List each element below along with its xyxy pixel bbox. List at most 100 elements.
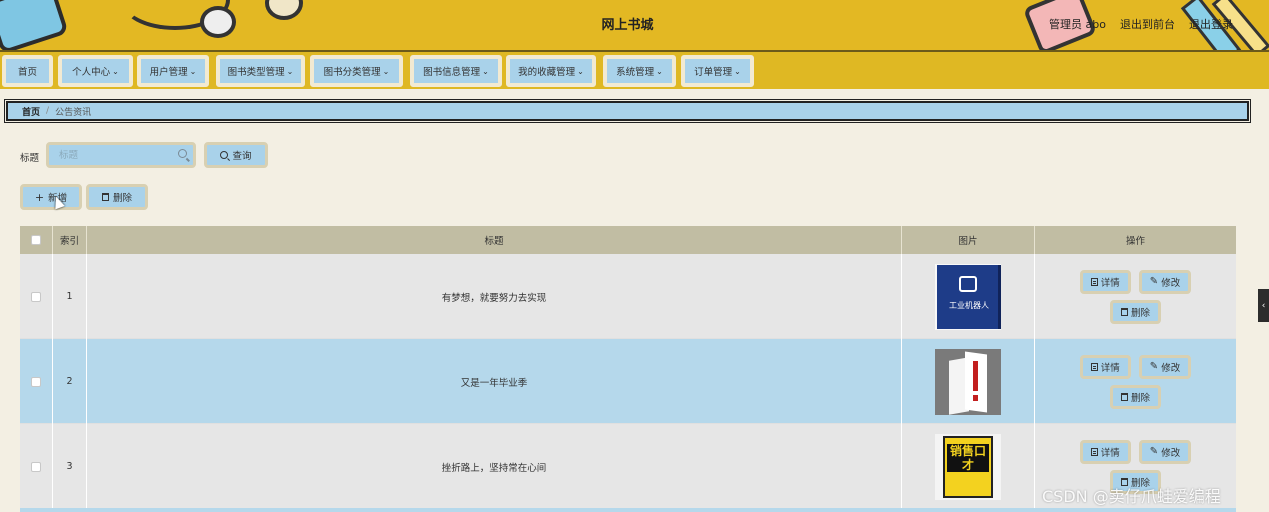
detail-button[interactable]: 详情 [1079,439,1131,464]
nav-label: 系统管理 [616,67,655,78]
nav-item-favorites-management[interactable]: 我的收藏管理 ⌄ [506,55,596,87]
row-index: 1 [53,254,87,339]
book-cover-image: 工业机器人 [935,263,1001,330]
detail-label: 详情 [1100,362,1120,374]
chevron-down-icon: ⌄ [734,66,741,76]
nav-label: 用户管理 [149,67,188,78]
plus-icon: + [34,190,45,204]
table-header: 索引 标题 图片 操作 [20,226,1236,254]
logout-link[interactable]: 退出登录 [1189,16,1233,32]
back-to-front-link[interactable]: 退出到前台 [1120,16,1175,32]
row-title: 又是一年毕业季 [87,339,902,424]
query-button-label: 查询 [232,151,252,162]
row-checkbox[interactable] [31,376,41,387]
nav-label: 订单管理 [694,67,733,78]
edit-button[interactable]: ✎ 修改 [1138,439,1192,464]
chevron-down-icon: ⌄ [189,66,197,76]
book-cover-image: 销售口才 [935,433,1001,500]
search-input-container [46,142,196,168]
nav-item-home[interactable]: 首页 [2,55,53,87]
nav-item-personal-center[interactable]: 个人中心 ⌄ [58,55,133,87]
row-index: 3 [53,424,87,509]
side-panel-toggle[interactable]: ‹ [1258,289,1269,322]
nav-item-order-management[interactable]: 订单管理 ⌄ [681,55,754,87]
row-title: 挫折路上，坚持常在心间 [87,424,902,509]
announcements-table: 索引 标题 图片 操作 1 有梦想，就要努力去实现 工业机器人 详情 ✎ 修改 删… [20,226,1236,509]
table-row: 2 又是一年毕业季 详情 ✎ 修改 删除 [20,339,1236,424]
chevron-down-icon: ⌄ [382,66,390,76]
trash-icon [101,193,109,201]
chevron-down-icon: ⌄ [577,66,584,76]
row-image-cell [902,339,1035,424]
search-icon [178,149,187,158]
chevron-down-icon: ⌄ [286,66,294,76]
row-index: 2 [53,339,87,424]
edit-label: 修改 [1161,362,1181,374]
watermark: CSDN @卖仔爪蛙爱编程 [1042,487,1221,506]
chevron-down-icon: ⌄ [112,66,119,76]
breadcrumb-home[interactable]: 首页 [22,105,40,118]
edit-icon: ✎ [1149,360,1159,372]
select-all-checkbox[interactable] [31,235,41,245]
edit-label: 修改 [1161,277,1181,289]
detail-label: 详情 [1100,277,1120,289]
nav-item-system-management[interactable]: 系统管理 ⌄ [603,55,676,87]
edit-button[interactable]: ✎ 修改 [1138,269,1192,294]
trash-icon [1120,392,1128,401]
detail-label: 详情 [1100,447,1120,459]
search-input[interactable] [49,145,169,165]
trash-icon [1120,307,1128,316]
nav-item-book-category-management[interactable]: 图书分类管理 ⌄ [310,55,403,87]
nav-label: 个人中心 [72,67,111,78]
column-header-actions: 操作 [1125,236,1145,247]
edit-label: 修改 [1161,447,1181,459]
nav-item-user-management[interactable]: 用户管理 ⌄ [137,55,209,87]
book-cover-text: 销售口才 [947,443,989,472]
query-button[interactable]: 查询 [204,142,268,168]
search-label: 标题 [20,153,40,164]
nav-item-book-type-management[interactable]: 图书类型管理 ⌄ [216,55,305,87]
edit-button[interactable]: ✎ 修改 [1138,354,1192,379]
detail-button[interactable]: 详情 [1079,269,1131,294]
detail-button[interactable]: 详情 [1079,354,1131,379]
nav-label: 图书分类管理 [323,67,381,78]
document-icon [1090,447,1098,456]
nav-label: 我的收藏管理 [518,67,576,78]
document-icon [1090,362,1098,371]
row-actions: 详情 ✎ 修改 删除 [1035,339,1236,424]
delete-label: 删除 [1130,392,1150,404]
nav-label: 图书信息管理 [423,67,481,78]
delete-button[interactable]: 删除 [1109,384,1161,409]
delete-label: 删除 [1130,307,1150,319]
breadcrumb-current: 公告资讯 [55,107,92,118]
row-checkbox[interactable] [31,291,41,302]
column-header-image: 图片 [902,226,1035,254]
edit-icon: ✎ [1149,445,1159,457]
row-title: 有梦想，就要努力去实现 [87,254,902,339]
nav-label: 首页 [17,67,37,78]
row-select-cell [20,424,53,509]
bulk-delete-button[interactable]: 删除 [86,184,148,210]
row-image-cell: 销售口才 [902,424,1035,509]
row-select-cell [20,254,53,339]
delete-button[interactable]: 删除 [1109,299,1161,324]
header-actions: 管理员 abo 退出到前台 退出登录 [1049,16,1233,32]
chevron-down-icon: ⌄ [482,66,489,76]
row-image-cell: 工业机器人 [902,254,1035,339]
select-all-cell [20,226,53,254]
edit-icon: ✎ [1149,275,1159,287]
chevron-down-icon: ⌄ [656,66,663,76]
book-cover-text: 工业机器人 [949,300,989,310]
row-actions: 详情 ✎ 修改 删除 [1035,254,1236,339]
nav-label: 图书类型管理 [227,67,285,78]
table-row: 1 有梦想，就要努力去实现 工业机器人 详情 ✎ 修改 删除 [20,254,1236,339]
column-header-title: 标题 [87,226,902,254]
nav-item-book-info-management[interactable]: 图书信息管理 ⌄ [410,55,502,87]
header: 网上书城 管理员 abo 退出到前台 退出登录 [0,0,1269,50]
row-checkbox[interactable] [31,461,41,472]
table-row-partial [20,508,1236,512]
user-label[interactable]: 管理员 abo [1049,16,1106,32]
document-icon [1090,277,1098,286]
search-icon [220,151,229,159]
book-cover-image [935,348,1001,415]
